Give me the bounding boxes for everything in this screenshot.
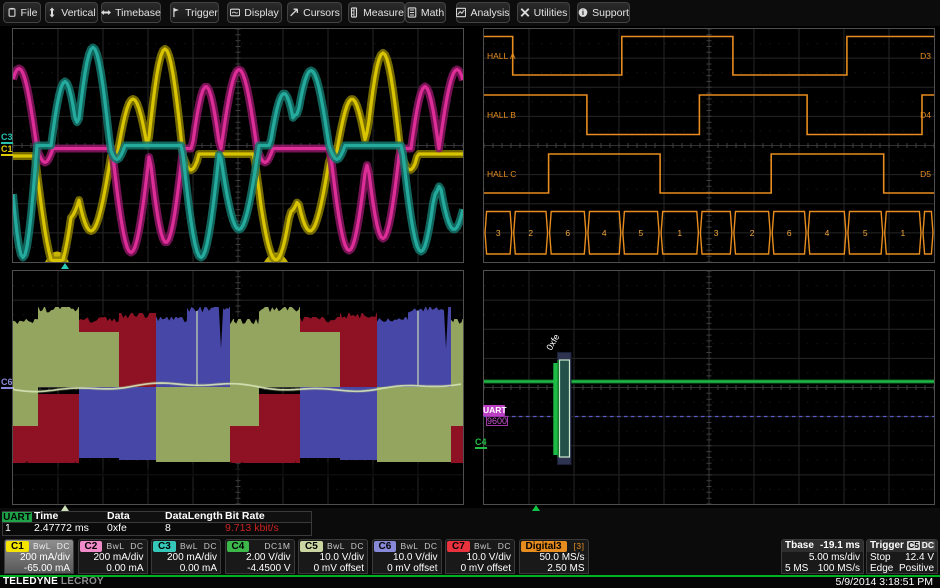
svg-text:D4: D4 bbox=[920, 110, 931, 120]
svg-text:1: 1 bbox=[901, 228, 906, 238]
svg-text:HALL C: HALL C bbox=[487, 169, 516, 179]
svg-text:5: 5 bbox=[863, 228, 868, 238]
svg-text:1: 1 bbox=[677, 228, 682, 238]
svg-text:2: 2 bbox=[750, 228, 755, 238]
svg-text:HALL B: HALL B bbox=[487, 110, 516, 120]
svg-text:2: 2 bbox=[528, 228, 533, 238]
svg-text:3: 3 bbox=[496, 228, 501, 238]
svg-text:D3: D3 bbox=[920, 51, 931, 61]
svg-text:4: 4 bbox=[602, 228, 607, 238]
svg-text:D5: D5 bbox=[920, 169, 931, 179]
svg-text:4: 4 bbox=[825, 228, 830, 238]
svg-text:i: i bbox=[582, 9, 584, 17]
svg-text:3: 3 bbox=[714, 228, 719, 238]
svg-text:HALL A: HALL A bbox=[487, 51, 516, 61]
svg-text:6: 6 bbox=[565, 228, 570, 238]
svg-text:5: 5 bbox=[639, 228, 644, 238]
svg-text:6: 6 bbox=[787, 228, 792, 238]
